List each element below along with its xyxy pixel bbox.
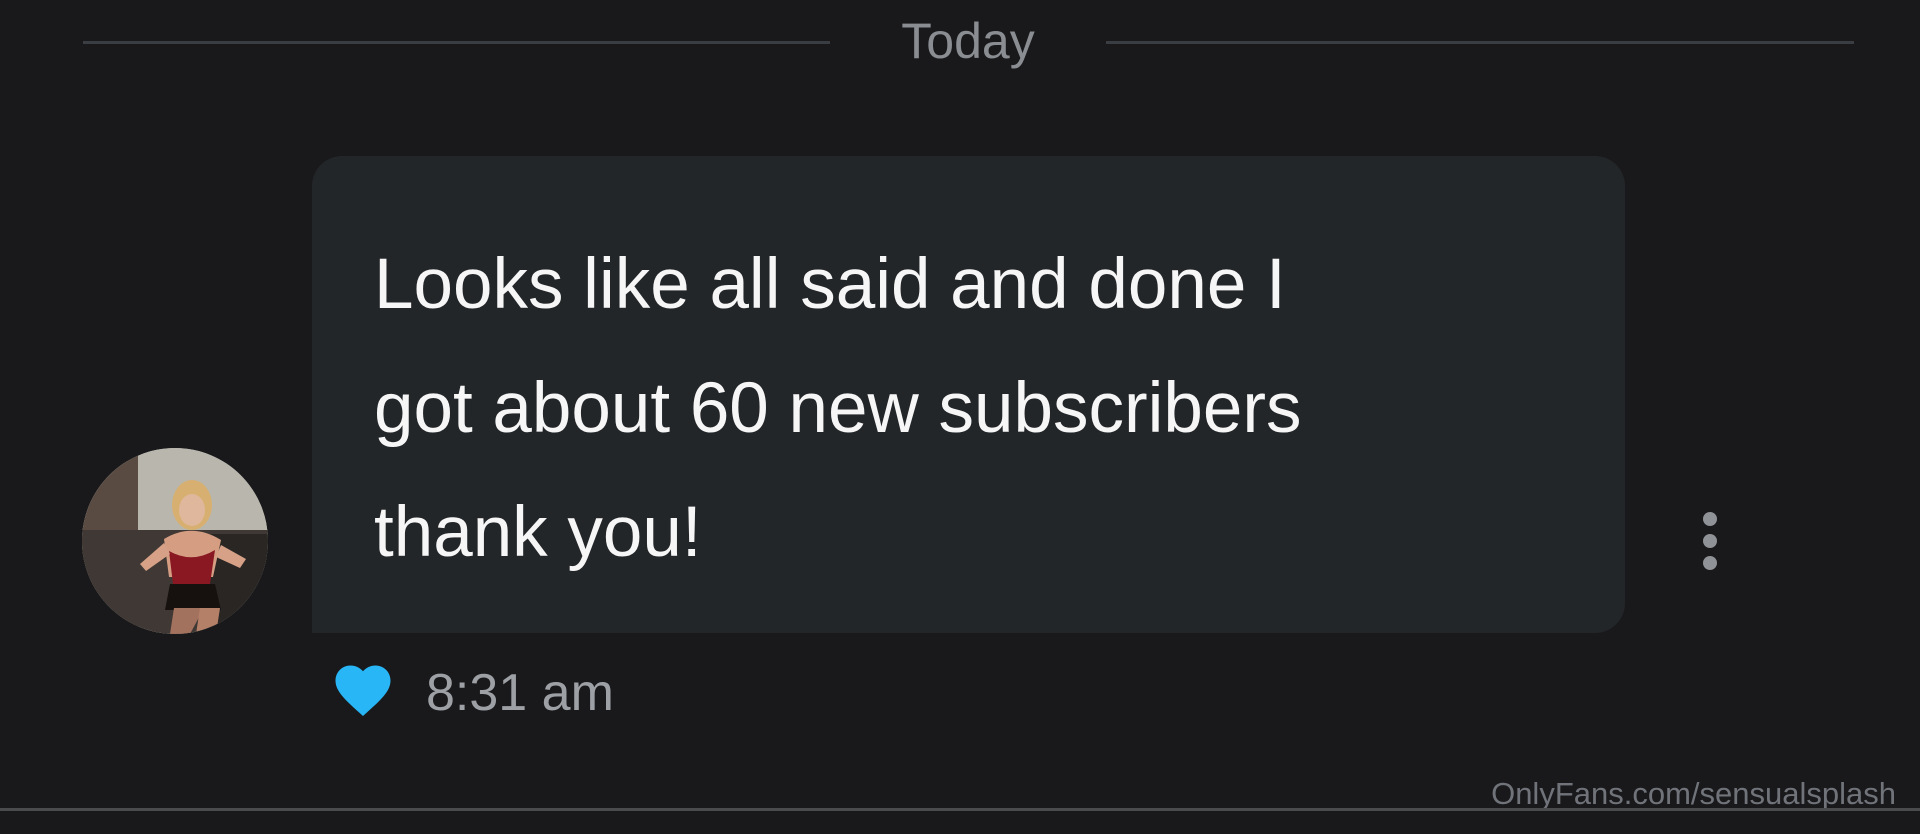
message-line: got about 60 new subscribers xyxy=(374,369,1302,448)
watermark-text: OnlyFans.com/sensualsplash xyxy=(1491,776,1896,811)
ellipsis-dot xyxy=(1703,534,1717,548)
ellipsis-dot xyxy=(1703,556,1717,570)
avatar-photo xyxy=(82,448,268,634)
message-timestamp: 8:31 am xyxy=(426,664,614,722)
heart-icon[interactable] xyxy=(330,657,396,719)
message-text: Looks like all said and done I got about… xyxy=(374,223,1564,595)
date-divider: Today xyxy=(0,0,1920,80)
date-divider-label: Today xyxy=(901,13,1035,69)
message-line: Looks like all said and done I xyxy=(374,245,1286,324)
message-line: thank you! xyxy=(374,493,702,572)
message-bubble[interactable]: Looks like all said and done I got about… xyxy=(312,156,1625,633)
bottom-divider xyxy=(0,808,1920,811)
vertical-ellipsis-icon[interactable] xyxy=(1690,508,1730,574)
divider-line-right xyxy=(1106,41,1854,44)
ellipsis-dot xyxy=(1703,512,1717,526)
sender-avatar[interactable] xyxy=(82,448,268,634)
divider-line-left xyxy=(83,41,830,44)
